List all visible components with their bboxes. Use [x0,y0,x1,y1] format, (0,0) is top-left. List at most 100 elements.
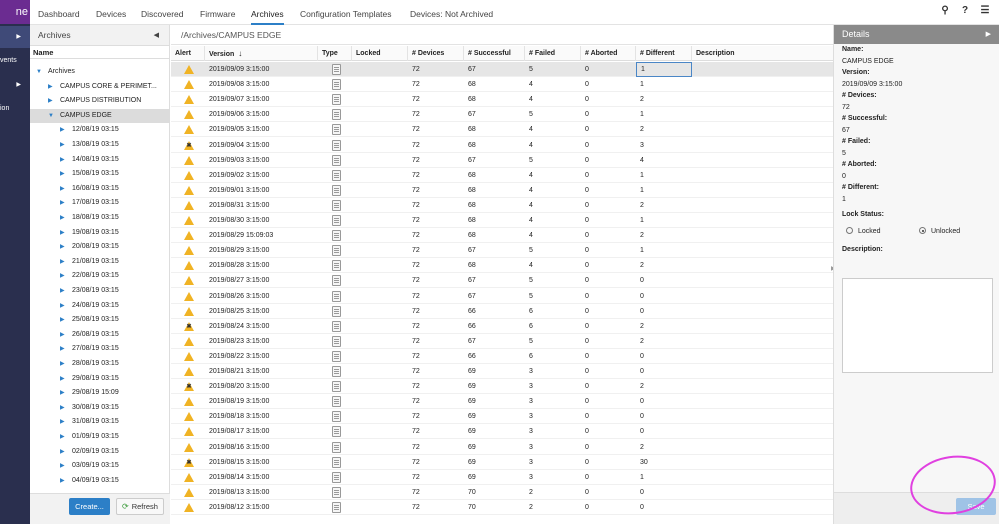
col-alert[interactable]: Alert [171,46,205,61]
expand-toggle-down-icon[interactable]: ▼ [36,65,42,79]
expand-toggle-right-icon[interactable]: ▶ [60,269,65,283]
table-row[interactable]: ✖ 2019/08/20 3:15:00 72 69 3 0 2 [171,379,833,395]
tree-item-archive[interactable]: ▶ 29/08/19 03:15 [30,372,170,386]
expand-toggle-right-icon[interactable]: ▶ [60,167,65,181]
table-row[interactable]: 2019/08/21 3:15:00 72 69 3 0 0 [171,364,833,379]
tree-item-folder[interactable]: ▼ Archives [30,65,170,79]
table-row[interactable]: ✖ 2019/08/24 3:15:00 72 66 6 0 2 [171,319,833,334]
table-row[interactable]: 2019/08/23 3:15:00 72 67 5 0 2 [171,334,833,349]
description-textarea[interactable] [842,278,993,373]
table-row[interactable]: 2019/08/25 3:15:00 72 66 6 0 0 [171,304,833,319]
table-row[interactable]: 2019/08/30 3:15:00 72 68 4 0 1 [171,213,833,228]
tree-item-archive[interactable]: ▶ 19/08/19 03:15 [30,226,170,240]
tab-devices[interactable]: Devices [96,0,126,25]
table-row[interactable]: 2019/08/26 3:15:00 72 67 5 0 0 [171,289,833,304]
create-button[interactable]: Create... [69,498,110,515]
tree-item-archive[interactable]: ▶ 12/08/19 03:15 [30,123,170,137]
tree-item-archive[interactable]: ▶ 16/08/19 03:15 [30,182,170,196]
expand-toggle-right-icon[interactable]: ▶ [60,328,65,342]
table-row[interactable]: 2019/09/01 3:15:00 72 68 4 0 1 [171,183,833,198]
tree-item-archive[interactable]: ▶ 31/08/19 03:15 [30,415,170,429]
tree-item-archive[interactable]: ▶ 17/08/19 03:15 [30,196,170,210]
col-devices[interactable]: # Devices [408,46,464,61]
col-description[interactable]: Description [692,46,833,61]
nav-item-3[interactable]: ▶ [0,74,30,96]
unlocked-radio[interactable]: Unlocked [919,227,960,235]
table-row[interactable]: 2019/08/12 3:15:00 72 70 2 0 0 [171,500,833,515]
tab-archives[interactable]: Archives [251,0,284,25]
tree-item-archive[interactable]: ▶ 20/08/19 03:15 [30,240,170,254]
table-row[interactable]: 2019/08/29 3:15:00 72 67 5 0 1 [171,243,833,259]
table-row[interactable]: 2019/09/02 3:15:00 72 68 4 0 1 [171,168,833,183]
expand-toggle-right-icon[interactable]: ▶ [60,211,65,225]
table-row[interactable]: 2019/08/17 3:15:00 72 69 3 0 0 [171,424,833,440]
tab-firmware[interactable]: Firmware [200,0,235,25]
expand-toggle-right-icon[interactable]: ▶ [48,80,53,94]
expand-toggle-right-icon[interactable]: ▶ [60,386,65,400]
col-different[interactable]: # Different [636,46,692,61]
tree-item-archive[interactable]: ▶ 04/09/19 03:15 [30,474,170,488]
refresh-button[interactable]: ⟳ Refresh [116,498,164,515]
expand-toggle-right-icon[interactable]: ▶ [60,459,65,473]
table-row[interactable]: 2019/08/13 3:15:00 72 70 2 0 0 [171,485,833,500]
col-locked[interactable]: Locked [352,46,408,61]
table-row[interactable]: ✖ 2019/08/15 3:15:00 72 69 3 0 30 [171,455,833,470]
tree-item-archive[interactable]: ▶ 13/08/19 03:15 [30,138,170,152]
tree-item-archive[interactable]: ▶ 25/08/19 03:15 [30,313,170,327]
table-row[interactable]: 2019/08/31 3:15:00 72 68 4 0 2 [171,198,833,213]
expand-toggle-right-icon[interactable]: ▶ [60,415,65,429]
expand-toggle-right-icon[interactable]: ▶ [60,357,65,371]
table-row[interactable]: 2019/09/07 3:15:00 72 68 4 0 2 [171,92,833,108]
table-row[interactable]: 2019/09/05 3:15:00 72 68 4 0 2 [171,122,833,138]
table-row[interactable]: 2019/08/28 3:15:00 72 68 4 0 2 [171,258,833,274]
help-icon[interactable]: ? [957,5,973,16]
expand-toggle-right-icon[interactable]: ▶ [60,430,65,444]
tree-item-folder[interactable]: ▼ CAMPUS EDGE [30,108,170,123]
tab-devices-not-archived[interactable]: Devices: Not Archived [410,0,493,25]
col-failed[interactable]: # Failed [525,46,581,61]
expand-toggle-right-icon[interactable]: ▶ [60,123,65,137]
tree-item-archive[interactable]: ▶ 01/09/19 03:15 [30,430,170,444]
table-row[interactable]: 2019/08/29 15:09:03 72 68 4 0 2 [171,228,833,244]
nav-item-events[interactable]: vents [0,50,30,72]
table-row[interactable]: 2019/08/22 3:15:00 72 66 6 0 0 [171,349,833,364]
tab-dashboard[interactable]: Dashboard [38,0,80,25]
tree-item-archive[interactable]: ▶ 18/08/19 03:15 [30,211,170,225]
expand-toggle-right-icon[interactable]: ▶ [60,240,65,254]
tree-item-folder[interactable]: ▶ CAMPUS DISTRIBUTION [30,94,170,108]
expand-toggle-right-icon[interactable]: ▶ [60,445,65,459]
tree-item-archive[interactable]: ▶ 26/08/19 03:15 [30,328,170,342]
tree-item-archive[interactable]: ▶ 21/08/19 03:15 [30,255,170,269]
tree-item-archive[interactable]: ▶ 02/09/19 03:15 [30,445,170,459]
expand-toggle-right-icon[interactable]: ▶ [60,372,65,386]
col-aborted[interactable]: # Aborted [581,46,636,61]
hamburger-menu-icon[interactable]: ☰ [977,5,993,16]
expand-toggle-right-icon[interactable]: ▶ [60,196,65,210]
collapse-left-icon[interactable]: ◀ [154,25,159,46]
expand-toggle-right-icon[interactable]: ▶ [60,153,65,167]
tree-item-archive[interactable]: ▶ 14/08/19 03:15 [30,153,170,167]
table-row[interactable]: 2019/08/18 3:15:00 72 69 3 0 0 [171,409,833,425]
nav-item-1[interactable]: ▶ [0,26,30,48]
expand-toggle-right-icon[interactable]: ▶ [60,342,65,356]
col-type[interactable]: Type [318,46,352,61]
tree-item-archive[interactable]: ▶ 24/08/19 03:15 [30,299,170,313]
col-successful[interactable]: # Successful [464,46,525,61]
expand-toggle-right-icon[interactable]: ▶ [60,255,65,269]
table-row[interactable]: 2019/09/03 3:15:00 72 67 5 0 4 [171,153,833,168]
expand-toggle-right-icon[interactable]: ▶ [60,226,65,240]
tree-item-archive[interactable]: ▶ 15/08/19 03:15 [30,167,170,181]
tree-item-archive[interactable]: ▶ 23/08/19 03:15 [30,284,170,298]
expand-toggle-right-icon[interactable]: ▶ [48,94,53,108]
table-row[interactable]: 2019/09/06 3:15:00 72 67 5 0 1 [171,107,833,123]
expand-toggle-right-icon[interactable]: ▶ [60,401,65,415]
expand-toggle-right-icon[interactable]: ▶ [60,488,65,490]
expand-toggle-right-icon[interactable]: ▶ [60,138,65,152]
table-row[interactable]: 2019/08/27 3:15:00 72 67 5 0 0 [171,273,833,289]
nav-item-4[interactable]: ion [0,98,30,120]
tab-configuration-templates[interactable]: Configuration Templates [300,0,392,25]
tree-item-archive[interactable]: ▶ 22/08/19 03:15 [30,269,170,283]
table-row[interactable]: 2019/08/19 3:15:00 72 69 3 0 0 [171,394,833,410]
tree-item-archive[interactable]: ▶ 30/08/19 03:15 [30,401,170,415]
table-row[interactable]: 2019/08/14 3:15:00 72 69 3 0 1 [171,470,833,485]
